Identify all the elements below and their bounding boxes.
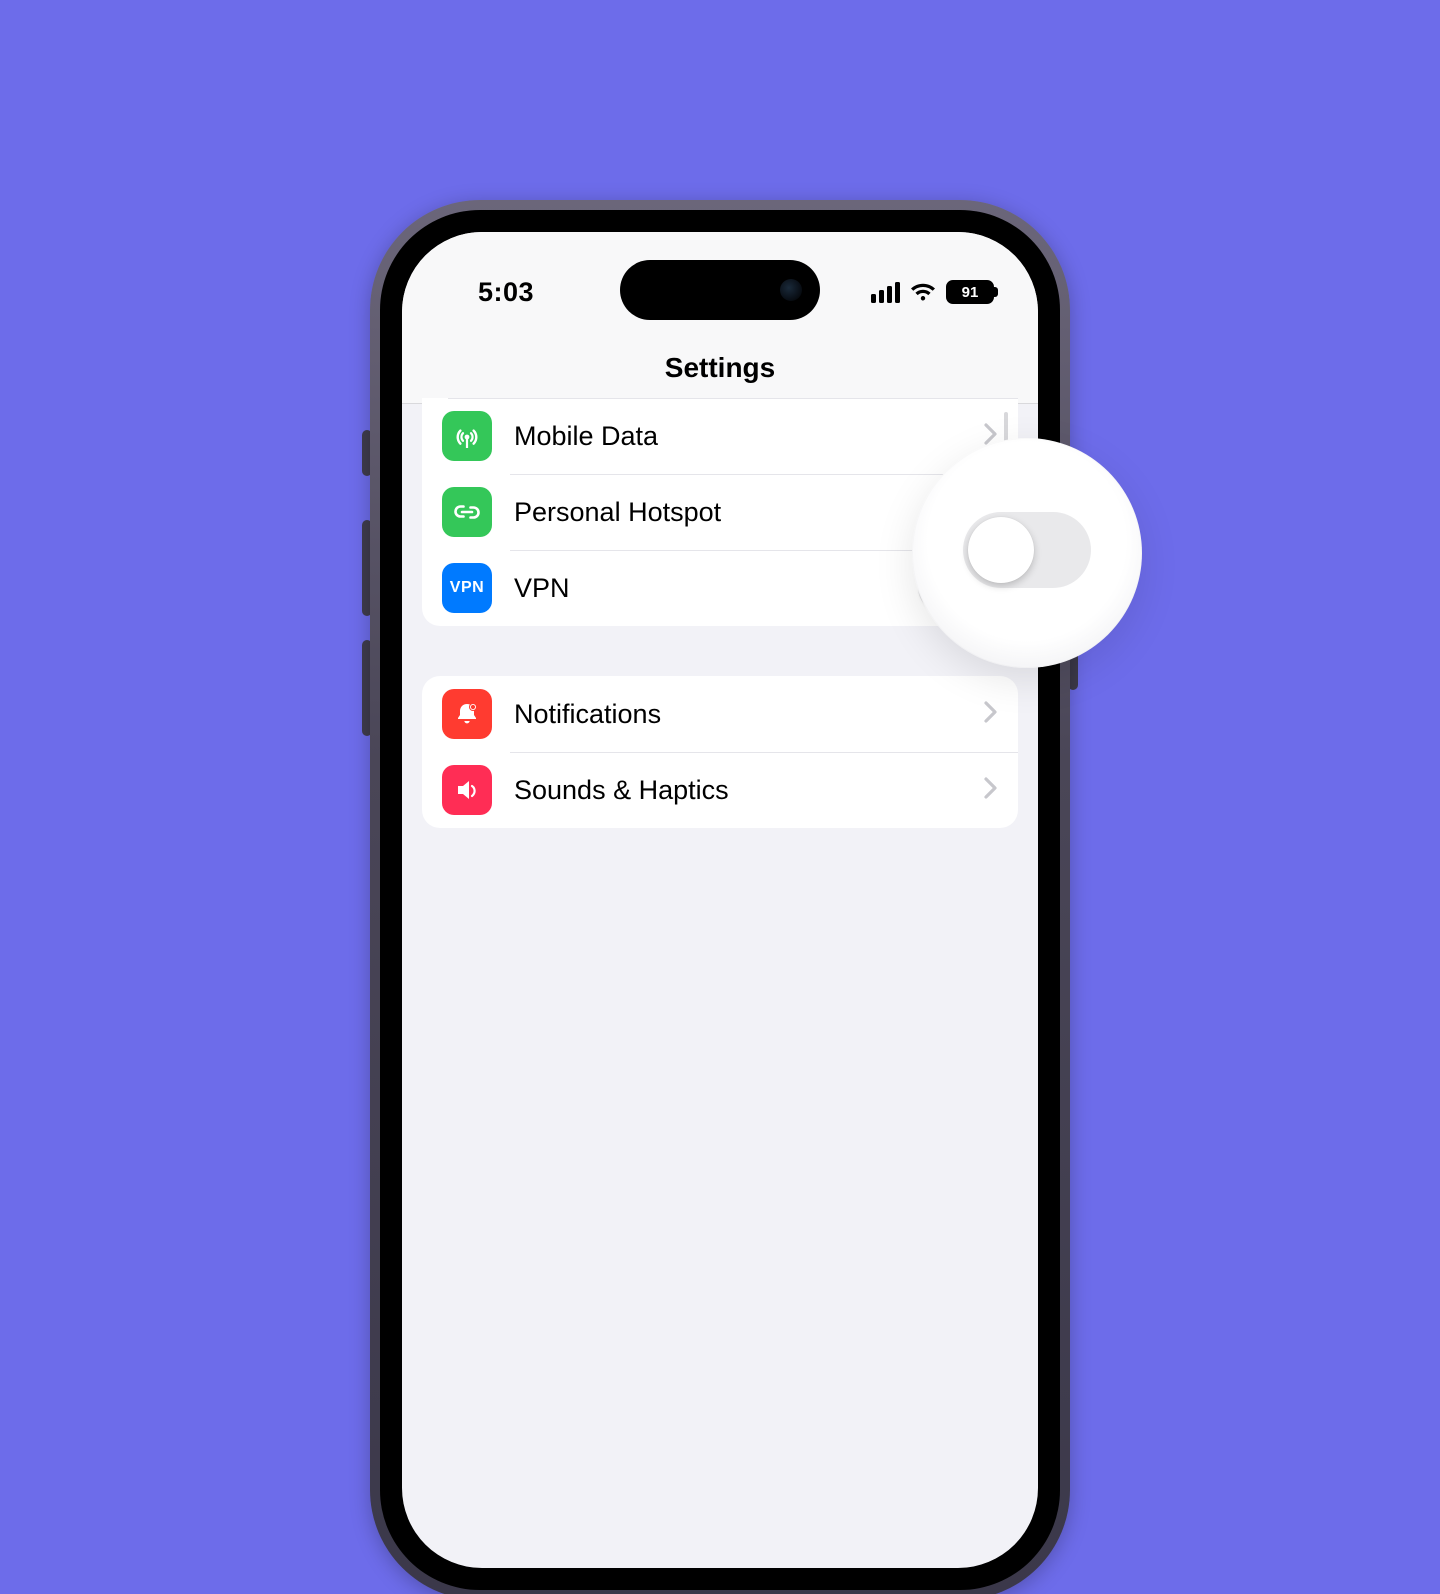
battery-indicator: 91 [946, 280, 994, 304]
status-indicators: 91 [871, 280, 994, 304]
phone-screen: 5:03 91 [402, 232, 1038, 1568]
vpn-toggle-zoomed [963, 512, 1091, 588]
dynamic-island [620, 260, 820, 320]
row-sounds-haptics[interactable]: Sounds & Haptics [422, 752, 1018, 828]
status-time: 5:03 [446, 277, 566, 308]
cellular-signal-icon [871, 282, 900, 303]
row-label: Personal Hotspot [514, 497, 984, 528]
row-label: Sounds & Haptics [514, 775, 984, 806]
vpn-icon: VPN [442, 563, 492, 613]
phone-outer-frame: 5:03 91 [370, 200, 1070, 1594]
settings-group-alerts: Notifications [422, 676, 1018, 828]
row-label: VPN [514, 573, 918, 604]
zoom-callout-vpn-toggle [912, 438, 1142, 668]
row-label: Mobile Data [514, 421, 984, 452]
sounds-haptics-icon [442, 765, 492, 815]
notifications-icon [442, 689, 492, 739]
battery-level: 91 [948, 282, 992, 302]
phone-device-frame: 5:03 91 [370, 200, 1070, 1594]
row-mobile-data[interactable]: Mobile Data [422, 398, 1018, 474]
chevron-right-icon [984, 701, 998, 728]
wifi-icon [910, 282, 936, 302]
vpn-icon-text: VPN [450, 579, 484, 597]
chevron-right-icon [984, 777, 998, 804]
mobile-data-icon [442, 411, 492, 461]
phone-bezel: 5:03 91 [380, 210, 1060, 1590]
page-title: Settings [402, 332, 1038, 404]
row-notifications[interactable]: Notifications [422, 676, 1018, 752]
personal-hotspot-icon [442, 487, 492, 537]
row-label: Notifications [514, 699, 984, 730]
